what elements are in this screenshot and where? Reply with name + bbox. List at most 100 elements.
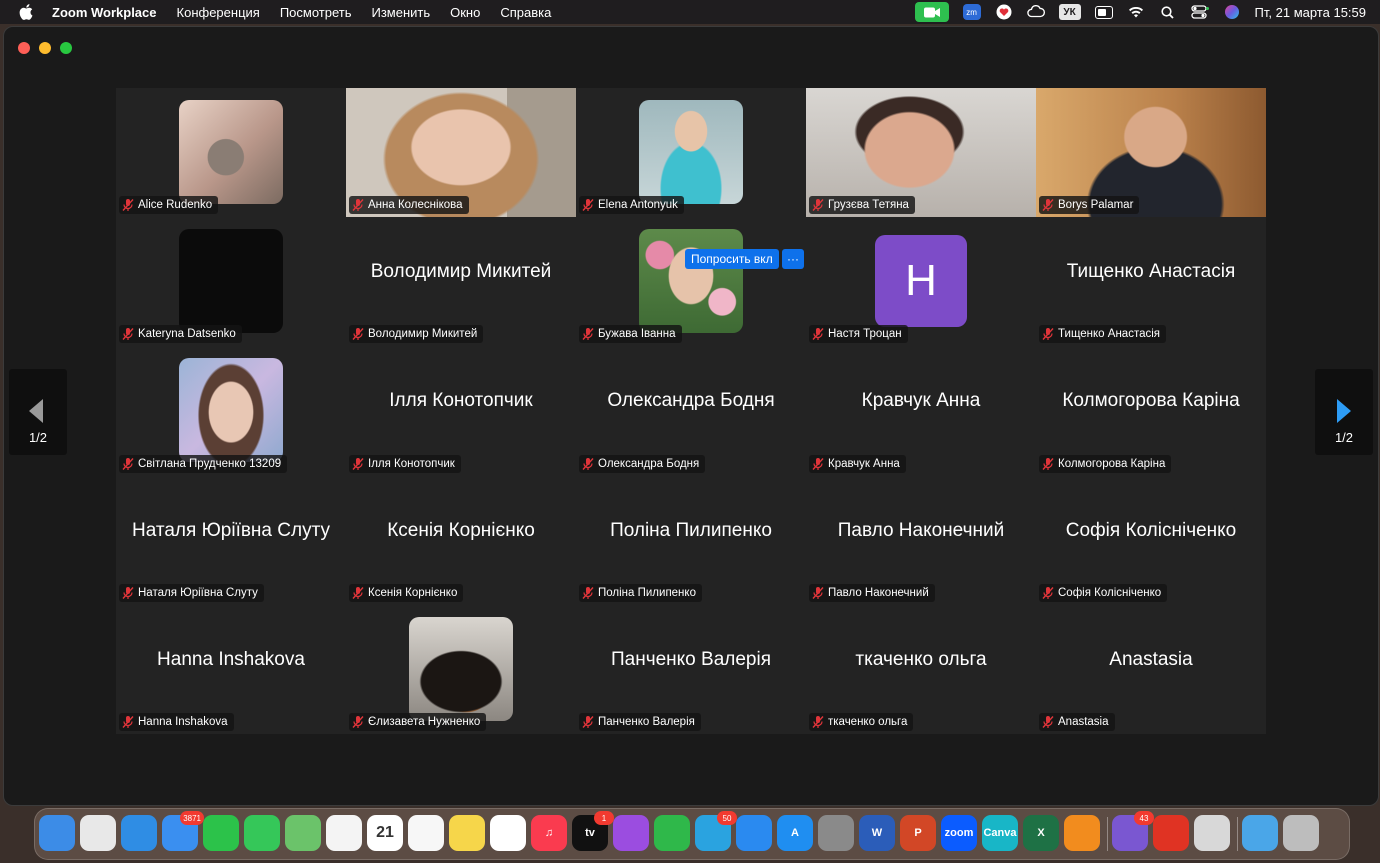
dock-acrobat-icon[interactable] — [1153, 815, 1189, 851]
next-page-button[interactable]: 1/2 — [1315, 369, 1373, 455]
participant-tile[interactable]: Elena Antonyuk — [576, 88, 806, 217]
participant-tile[interactable]: Поліна Пилипенко Поліна Пилипенко — [576, 476, 806, 605]
dock-freeform-icon[interactable] — [490, 815, 526, 851]
participant-tile[interactable]: Грузєва Тетяна — [806, 88, 1036, 218]
dock-photos-icon[interactable] — [326, 815, 362, 851]
dock-trash-icon[interactable] — [1283, 815, 1319, 851]
spotlight-search-icon[interactable] — [1159, 5, 1177, 19]
dock-safari-icon[interactable] — [121, 815, 157, 851]
dock-facetime-icon[interactable] — [203, 815, 239, 851]
dock-notes-icon[interactable] — [449, 815, 485, 851]
muted-mic-icon — [1041, 715, 1055, 729]
participant-tile[interactable]: Borys Palamar — [1036, 88, 1266, 218]
menubar-clock[interactable]: Пт, 21 марта 15:59 — [1255, 5, 1366, 20]
participant-display-name: Ксенія Корнієнко — [387, 519, 535, 541]
muted-mic-icon — [811, 327, 825, 341]
participant-tile[interactable]: Anastasia Anastasia — [1036, 605, 1266, 734]
participant-name-label: Єлизавета Нужненко — [368, 715, 481, 728]
dock-canva-icon[interactable]: Canva — [982, 815, 1018, 851]
participant-tile[interactable]: Бужава Іванна — [576, 217, 806, 346]
dock-excel-icon[interactable]: X — [1023, 815, 1059, 851]
heart-status-icon[interactable] — [995, 4, 1013, 20]
previous-page-button[interactable]: 1/2 — [9, 369, 67, 455]
participant-tile[interactable]: Олександра Бодня Олександра Бодня — [576, 346, 806, 475]
dock-word-icon[interactable]: W — [859, 815, 895, 851]
participant-name-tag: ткаченко ольга — [809, 712, 914, 731]
ask-to-unmute-button[interactable]: Попросить вкл — [685, 249, 779, 269]
siri-icon[interactable] — [1223, 5, 1241, 19]
dock-numbers-icon[interactable] — [654, 815, 690, 851]
battery-icon[interactable] — [1094, 5, 1113, 19]
zoom-status-icon[interactable]: zm — [962, 4, 981, 20]
dock-mail-icon[interactable]: 3871 — [162, 811, 204, 851]
participant-name-label: Павло Наконечний — [828, 586, 929, 599]
participant-tile[interactable]: Колмогорова Каріна Колмогорова Каріна — [1036, 346, 1266, 475]
participant-name-label: Панченко Валерія — [598, 715, 695, 728]
dock-podcasts-icon[interactable] — [613, 815, 649, 851]
dock-messages-icon[interactable] — [244, 815, 280, 851]
participant-tile[interactable]: Hanna Inshakova Hanna Inshakova — [116, 605, 346, 734]
dock-finder-icon[interactable] — [39, 815, 75, 851]
participant-name-tag: Панченко Валерія — [579, 712, 701, 731]
participant-tile[interactable]: Ксенія Корнієнко Ксенія Корнієнко — [346, 476, 576, 605]
dock-icon-glyph: zoom — [944, 827, 974, 839]
dock-vlc-icon[interactable] — [1064, 815, 1100, 851]
participant-tile[interactable]: Наталя Юріївна Слуту Наталя Юріївна Слуту — [116, 476, 346, 605]
dock-downloads-icon[interactable] — [1242, 815, 1278, 851]
participant-tile[interactable]: Єлизавета Нужненко — [346, 605, 576, 734]
participant-name-label: Kateryna Datsenko — [138, 328, 236, 341]
dock-calendar-icon[interactable]: 21 — [367, 815, 403, 851]
menu-help[interactable]: Справка — [500, 5, 551, 20]
menu-view[interactable]: Посмотреть — [280, 5, 352, 20]
apple-icon[interactable] — [18, 4, 34, 20]
participant-display-name: Hanna Inshakova — [157, 648, 305, 670]
wifi-icon[interactable] — [1127, 5, 1145, 19]
participant-tile[interactable]: Анна Колеснікова — [346, 88, 576, 218]
participant-tile[interactable]: Павло Наконечний Павло Наконечний — [806, 476, 1036, 605]
close-window-button[interactable] — [18, 42, 30, 54]
participant-name-label: Настя Троцан — [828, 328, 902, 341]
minimize-window-button[interactable] — [39, 42, 51, 54]
participant-tile[interactable]: Софія Колісніченко Софія Колісніченко — [1036, 476, 1266, 605]
participant-name-label: Borys Palamar — [1058, 199, 1134, 212]
dock-music-icon[interactable]: ♫ — [531, 815, 567, 851]
dock-zoom-icon[interactable]: zoom — [941, 815, 977, 851]
dock-maps-icon[interactable] — [285, 815, 321, 851]
dock-powerpoint-icon[interactable]: P — [900, 815, 936, 851]
dock-keynote-icon[interactable] — [736, 815, 772, 851]
participant-name-label: Hanna Inshakova — [138, 715, 228, 728]
fullscreen-window-button[interactable] — [60, 42, 72, 54]
participant-tile[interactable]: ткаченко ольга ткаченко ольга — [806, 605, 1036, 734]
arrow-left-icon — [29, 399, 43, 423]
dock-system-settings-icon[interactable] — [818, 815, 854, 851]
dock-app-store-icon[interactable]: A — [777, 815, 813, 851]
app-menu-zoom-workplace[interactable]: Zoom Workplace — [52, 5, 157, 20]
participant-tile[interactable]: Тищенко Анастасія Тищенко Анастасія — [1036, 217, 1266, 346]
menu-window[interactable]: Окно — [450, 5, 480, 20]
participant-tile[interactable]: Володимир Микитей Володимир Микитей — [346, 217, 576, 346]
participant-tile[interactable]: Alice Rudenko — [116, 88, 346, 217]
participant-name-tag: Павло Наконечний — [809, 583, 935, 602]
muted-mic-icon — [581, 586, 595, 600]
menu-edit[interactable]: Изменить — [371, 5, 430, 20]
camera-in-use-icon[interactable] — [914, 2, 949, 22]
dock-telegram-icon[interactable]: 50 — [695, 811, 737, 851]
participant-tile[interactable]: Kateryna Datsenko — [116, 217, 346, 346]
participant-tile[interactable]: Ілля Конотопчик Ілля Конотопчик — [346, 346, 576, 475]
dock-launchpad-icon[interactable] — [80, 815, 116, 851]
menu-conference[interactable]: Конференция — [177, 5, 260, 20]
dock-preview-icon[interactable] — [1194, 815, 1230, 851]
participant-tile[interactable]: Світлана Прудченко 13209 — [116, 346, 346, 475]
creative-cloud-icon[interactable] — [1026, 5, 1045, 19]
participant-tile[interactable]: Панченко Валерія Панченко Валерія — [576, 605, 806, 734]
dock-viber-icon[interactable]: 43 — [1112, 811, 1154, 851]
dock-icon-glyph: X — [1037, 827, 1045, 839]
participant-tile[interactable]: Н Настя Троцан — [806, 217, 1036, 346]
zoom-meeting-window: 1/2 1/2 Alice Rudenko Анна Колеснікова Ele… — [3, 26, 1379, 806]
dock-tv-icon[interactable]: tv 1 — [572, 811, 614, 851]
keyboard-layout-indicator[interactable]: УК — [1058, 4, 1081, 20]
control-center-icon[interactable] — [1190, 5, 1209, 19]
participant-tile[interactable]: Кравчук Анна Кравчук Анна — [806, 346, 1036, 475]
dock-reminders-icon[interactable] — [408, 815, 444, 851]
participant-more-button[interactable]: ··· — [782, 249, 804, 269]
